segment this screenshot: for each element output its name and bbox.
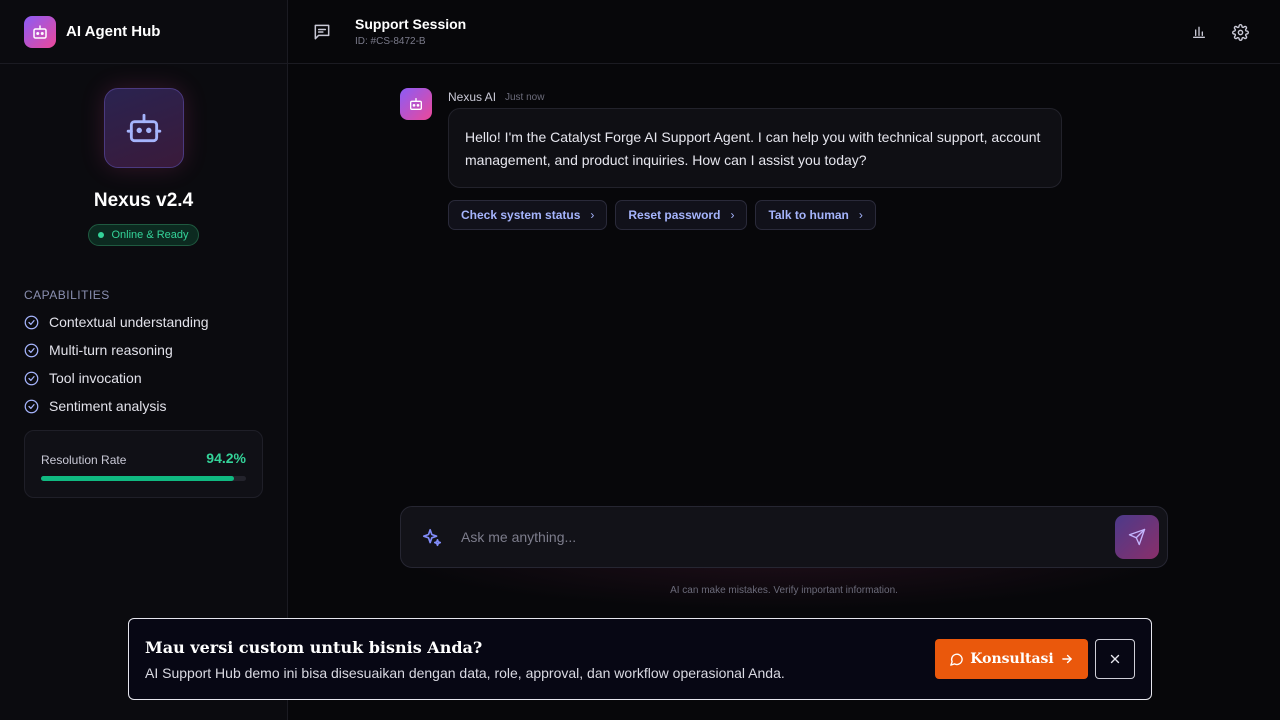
resolution-rate-card: Resolution Rate 94.2% [24, 430, 263, 498]
bar-chart-icon [1193, 26, 1205, 38]
capability-label: Multi-turn reasoning [49, 342, 173, 358]
capability-label: Tool invocation [49, 370, 142, 386]
bot-icon [24, 15, 56, 48]
sidebar: AI Agent Hub Nexus v2.4 Online & Ready C… [0, 0, 288, 720]
agent-card: Nexus v2.4 Online & Ready [0, 64, 287, 246]
session-id: ID: #CS-8472-B [355, 36, 426, 47]
capability-item: Sentiment analysis [24, 392, 287, 420]
send-icon [1128, 528, 1146, 546]
chat-bubble-icon [312, 22, 332, 47]
assistant-message-bubble: Hello! I'm the Catalyst Forge AI Support… [448, 108, 1062, 188]
agent-name: Nexus v2.4 [93, 190, 194, 211]
capability-item: Contextual understanding [24, 308, 287, 336]
brand-title: AI Agent Hub [66, 23, 161, 40]
analytics-button[interactable] [1189, 22, 1209, 42]
gear-icon [1231, 23, 1249, 41]
message-circle-icon [950, 653, 964, 666]
message-timestamp: Just now [505, 92, 545, 103]
check-circle-icon [24, 399, 39, 413]
message-author: Nexus AI [448, 90, 497, 104]
agent-bot-icon [103, 88, 184, 168]
resolution-rate-value: 94.2% [206, 450, 246, 466]
quick-reply-talk-to-human[interactable]: Talk to human › [755, 200, 876, 230]
quick-reply-check-system-status[interactable]: Check system status › [448, 200, 608, 230]
check-circle-icon [24, 343, 39, 357]
capabilities-title: CAPABILITIES [24, 288, 110, 302]
resolution-progress-track [41, 476, 246, 481]
status-badge: Online & Ready [88, 224, 199, 246]
settings-button[interactable] [1230, 22, 1250, 42]
bot-icon [410, 98, 422, 110]
status-text: Online & Ready [111, 229, 189, 241]
sparkles-icon [421, 527, 443, 554]
status-dot-icon [98, 232, 105, 238]
chevron-right-icon: › [858, 208, 863, 222]
banner-title: Mau versi custom untuk bisnis Anda? [145, 638, 483, 657]
capabilities-list: Contextual understanding Multi-turn reas… [24, 308, 287, 420]
resolution-progress-fill [41, 476, 235, 481]
capability-item: Tool invocation [24, 364, 287, 392]
session-title: Support Session [355, 16, 467, 32]
chat-input[interactable] [461, 523, 1101, 551]
capability-label: Contextual understanding [49, 314, 209, 330]
banner-subtitle: AI Support Hub demo ini bisa disesuaikan… [145, 665, 785, 681]
quick-reply-reset-password[interactable]: Reset password › [615, 200, 748, 230]
close-banner-button[interactable] [1095, 639, 1135, 679]
assistant-avatar [400, 88, 432, 120]
send-button[interactable] [1115, 515, 1159, 559]
consult-button[interactable]: Konsultasi [935, 639, 1088, 679]
consult-button-label: Konsultasi [970, 651, 1054, 667]
check-circle-icon [24, 371, 39, 385]
close-icon [1110, 654, 1120, 664]
quick-reply-label: Check system status [461, 208, 581, 222]
quick-reply-label: Talk to human [768, 208, 849, 222]
capability-item: Multi-turn reasoning [24, 336, 287, 364]
chevron-right-icon: › [590, 208, 595, 222]
promo-banner: Mau versi custom untuk bisnis Anda? AI S… [128, 618, 1152, 700]
composer [400, 506, 1168, 568]
quick-reply-label: Reset password [628, 208, 721, 222]
arrow-right-icon [1061, 654, 1072, 664]
chevron-right-icon: › [730, 208, 735, 222]
capability-label: Sentiment analysis [49, 398, 167, 414]
resolution-rate-label: Resolution Rate [41, 453, 127, 467]
brand-header: AI Agent Hub [0, 0, 287, 64]
chat-header: Support Session ID: #CS-8472-B [288, 0, 1280, 64]
check-circle-icon [24, 315, 39, 329]
quick-replies: Check system status › Reset password › T… [448, 200, 876, 230]
ai-disclaimer: AI can make mistakes. Verify important i… [670, 585, 898, 596]
